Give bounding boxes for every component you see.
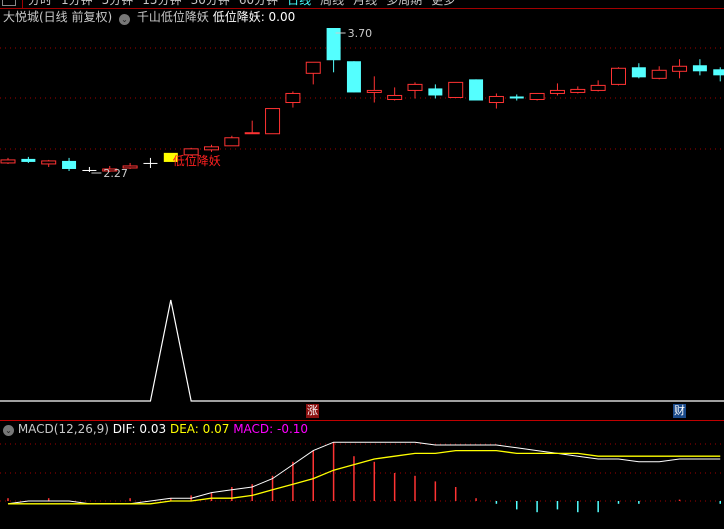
candle-body — [428, 88, 443, 96]
candle-body — [692, 65, 707, 72]
candle-body — [346, 61, 361, 93]
candle-body — [62, 160, 77, 169]
candle-body — [204, 146, 219, 151]
high-label: 3.70 — [348, 27, 373, 40]
candle-body — [265, 108, 281, 135]
candle-body — [305, 61, 321, 74]
candle-body — [590, 84, 606, 91]
candle-body — [549, 89, 565, 94]
candle-body — [448, 81, 464, 98]
candle-body — [143, 162, 158, 164]
candle-body — [41, 160, 57, 165]
candle-body — [387, 94, 403, 100]
candle-body — [713, 69, 724, 76]
zhang-mark-icon[interactable]: 涨 — [306, 404, 319, 418]
chart-canvas[interactable]: 3.70 2.27 低位降妖 — [0, 0, 724, 529]
chevron-down-icon[interactable]: ⌄ — [3, 425, 14, 436]
dif-line — [7, 441, 721, 505]
candle-body — [570, 88, 586, 93]
candle-body — [0, 159, 16, 164]
low-label: 2.27 — [103, 167, 128, 180]
macd-header: ⌄ MACD(12,26,9) DIF: 0.03 DEA: 0.07 MACD… — [3, 421, 308, 437]
dif-value: DIF: 0.03 — [112, 422, 167, 436]
signal-label: 低位降妖 — [173, 153, 221, 168]
candle-body — [285, 92, 301, 104]
candle-body — [651, 69, 667, 79]
signal-line — [0, 299, 724, 402]
macd-value: MACD: -0.10 — [233, 422, 309, 436]
candle-body — [488, 95, 504, 104]
candle-body — [224, 137, 240, 147]
candle-body — [82, 169, 97, 171]
candle-body — [407, 83, 423, 91]
candle-body — [611, 67, 626, 85]
candle-body — [366, 89, 382, 93]
candle-body — [469, 79, 484, 101]
candle-body — [244, 132, 260, 135]
candle-body — [529, 92, 545, 100]
macd-title[interactable]: MACD(12,26,9) — [18, 422, 109, 436]
candle-body — [631, 67, 646, 78]
candle-body — [672, 65, 688, 72]
candle-body — [21, 158, 36, 162]
candle-body — [509, 96, 524, 99]
dea-value: DEA: 0.07 — [169, 422, 230, 436]
cai-mark-icon[interactable]: 财 — [673, 404, 686, 418]
